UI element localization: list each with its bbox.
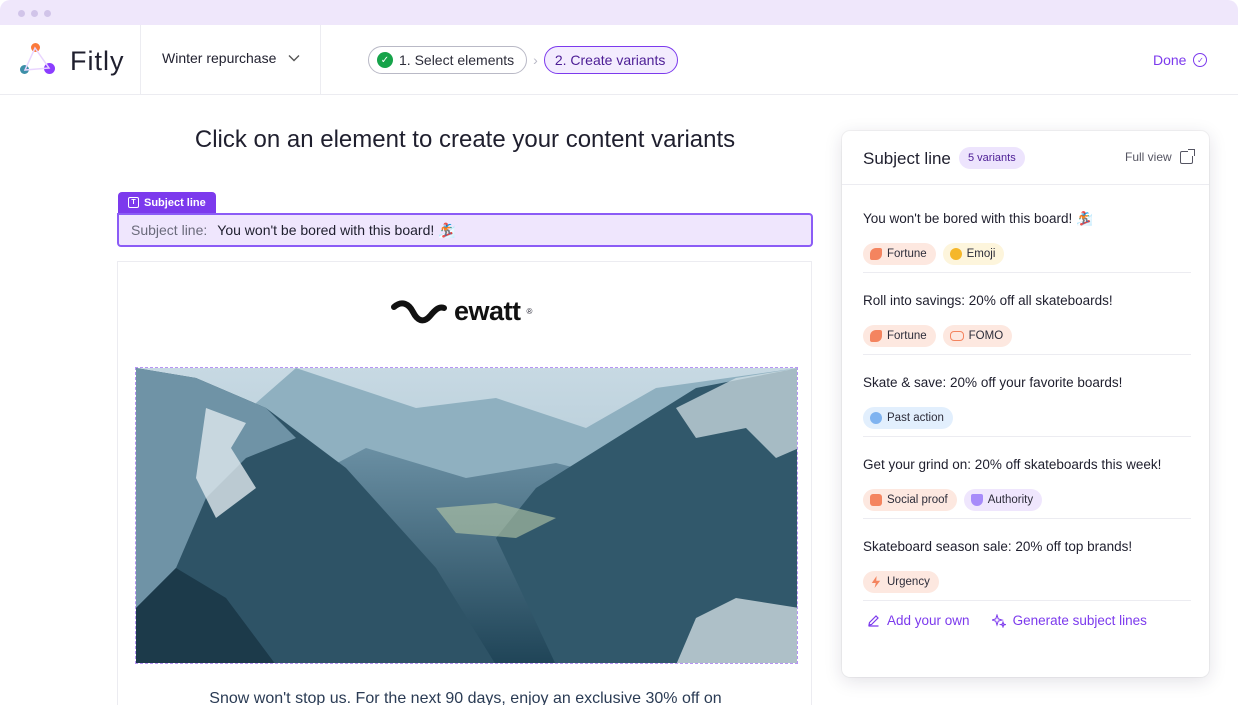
tag-fomo: FOMO — [942, 325, 1013, 347]
app-name: Fitly — [70, 45, 125, 76]
tag-past-action: Past action — [863, 407, 953, 429]
step-label: 1. Select elements — [399, 52, 515, 68]
done-button[interactable]: Done ✓ — [1153, 52, 1208, 68]
variant-count-badge: 5 variants — [959, 147, 1025, 169]
subject-line-value: You won't be bored with this board! 🏂 — [217, 221, 456, 238]
app-logo[interactable]: Fitly — [18, 43, 138, 79]
tag-fortune: Fortune — [863, 243, 936, 265]
variant-tags: Fortune Emoji — [863, 243, 1005, 265]
variant-text: Get your grind on: 20% off skateboards t… — [863, 457, 1162, 472]
check-icon: ✓ — [377, 52, 393, 68]
email-body-text: Snow won't stop us. For the next 90 days… — [209, 690, 722, 705]
emoji-icon — [949, 248, 962, 260]
tag-fortune: Fortune — [863, 325, 936, 347]
chevron-right-icon: › — [533, 52, 538, 68]
window-dot-icon — [18, 10, 25, 17]
tag-label: Past action — [887, 412, 944, 424]
variant-tags: Past action — [863, 407, 953, 429]
campaign-select[interactable]: Winter repurchase — [162, 50, 300, 66]
variant-text: Roll into savings: 20% off all skateboar… — [863, 293, 1113, 308]
fortune-icon — [870, 330, 882, 342]
panel-title: Subject line — [863, 149, 951, 168]
add-your-own-label: Add your own — [887, 613, 970, 628]
wave-logo-icon — [391, 299, 447, 323]
window-dot-icon — [31, 10, 38, 17]
tag-social-proof: Social proof — [863, 489, 957, 511]
divider — [140, 25, 141, 95]
step-label: 2. Create variants — [554, 52, 666, 68]
full-view-button[interactable]: Full view — [1125, 148, 1195, 164]
tag-authority: Authority — [963, 489, 1043, 511]
variant-item[interactable]: Get your grind on: 20% off skateboards t… — [863, 437, 1191, 519]
tag-label: Fortune — [887, 330, 927, 342]
generate-label: Generate subject lines — [1012, 613, 1147, 628]
pencil-icon — [868, 615, 879, 627]
variant-text: Skate & save: 20% off your favorite boar… — [863, 375, 1123, 390]
step-select-elements[interactable]: ✓ 1. Select elements — [368, 46, 528, 74]
chevron-down-icon — [288, 55, 300, 62]
variant-tags: Fortune FOMO — [863, 325, 1013, 347]
panel-actions: Add your own Generate subject lines — [867, 613, 1147, 628]
email-preview: ewatt ® Snow won't stop us. For the next… — [117, 261, 812, 705]
done-label: Done — [1153, 52, 1187, 68]
generate-subject-lines-button[interactable]: Generate subject lines — [991, 613, 1147, 628]
page-heading: Click on an element to create your conte… — [194, 126, 736, 153]
tag-label: Social proof — [887, 494, 948, 506]
sparkle-icon — [991, 613, 1006, 628]
variant-text: You won't be bored with this board! 🏂 — [863, 211, 1093, 226]
brand-logo[interactable]: ewatt ® — [390, 296, 532, 327]
tag-label: Authority — [987, 494, 1034, 506]
variant-tags: Social proof Authority — [863, 489, 1043, 511]
subject-tag-label: Subject line — [144, 196, 206, 209]
top-bar: Fitly Winter repurchase ✓ 1. Select elem… — [0, 25, 1238, 95]
tag-label: Urgency — [887, 576, 930, 588]
subject-line-element[interactable]: Subject line: You won't be bored with th… — [117, 213, 813, 247]
window-chrome — [0, 0, 1238, 25]
variant-item[interactable]: Skateboard season sale: 20% off top bran… — [863, 519, 1191, 601]
divider — [320, 25, 321, 95]
divider — [863, 600, 1191, 601]
step-create-variants[interactable]: 2. Create variants — [543, 46, 679, 74]
tag-label: FOMO — [968, 330, 1004, 342]
tag-label: Fortune — [887, 248, 927, 260]
hero-image[interactable] — [135, 367, 798, 664]
variant-text: Skateboard season sale: 20% off top bran… — [863, 539, 1133, 554]
subject-line-label: Subject line: — [131, 222, 208, 238]
variant-tags: Urgency — [863, 571, 939, 593]
stepper: ✓ 1. Select elements › 2. Create variant… — [368, 46, 679, 74]
external-link-icon — [1179, 148, 1195, 164]
glasses-icon — [949, 331, 964, 341]
add-your-own-button[interactable]: Add your own — [867, 613, 970, 628]
variant-item[interactable]: Skate & save: 20% off your favorite boar… — [863, 355, 1191, 437]
past-action-icon — [870, 412, 882, 424]
variants-panel: Subject line 5 variants Full view You wo… — [842, 131, 1209, 677]
logo-icon — [18, 43, 58, 79]
check-circle-icon: ✓ — [1193, 53, 1208, 67]
campaign-label: Winter repurchase — [162, 50, 277, 66]
tag-urgency: Urgency — [863, 571, 939, 593]
panel-header: Subject line 5 variants Full view — [842, 131, 1209, 185]
graduation-cap-icon — [970, 494, 983, 506]
text-icon: T — [128, 197, 139, 208]
thumbs-up-icon — [870, 494, 882, 506]
brand-mark: ® — [526, 307, 533, 316]
brand-name: ewatt — [454, 296, 521, 326]
window-dot-icon — [44, 10, 51, 17]
subject-line-tag: T Subject line — [118, 192, 216, 213]
full-view-label: Full view — [1125, 150, 1172, 164]
mountain-image — [136, 368, 797, 663]
variant-item[interactable]: Roll into savings: 20% off all skateboar… — [863, 273, 1191, 355]
tag-emoji: Emoji — [942, 243, 1005, 265]
tag-label: Emoji — [966, 248, 996, 260]
variant-item[interactable]: You won't be bored with this board! 🏂 Fo… — [863, 191, 1191, 273]
lightning-icon — [871, 576, 881, 588]
fortune-icon — [870, 248, 882, 260]
